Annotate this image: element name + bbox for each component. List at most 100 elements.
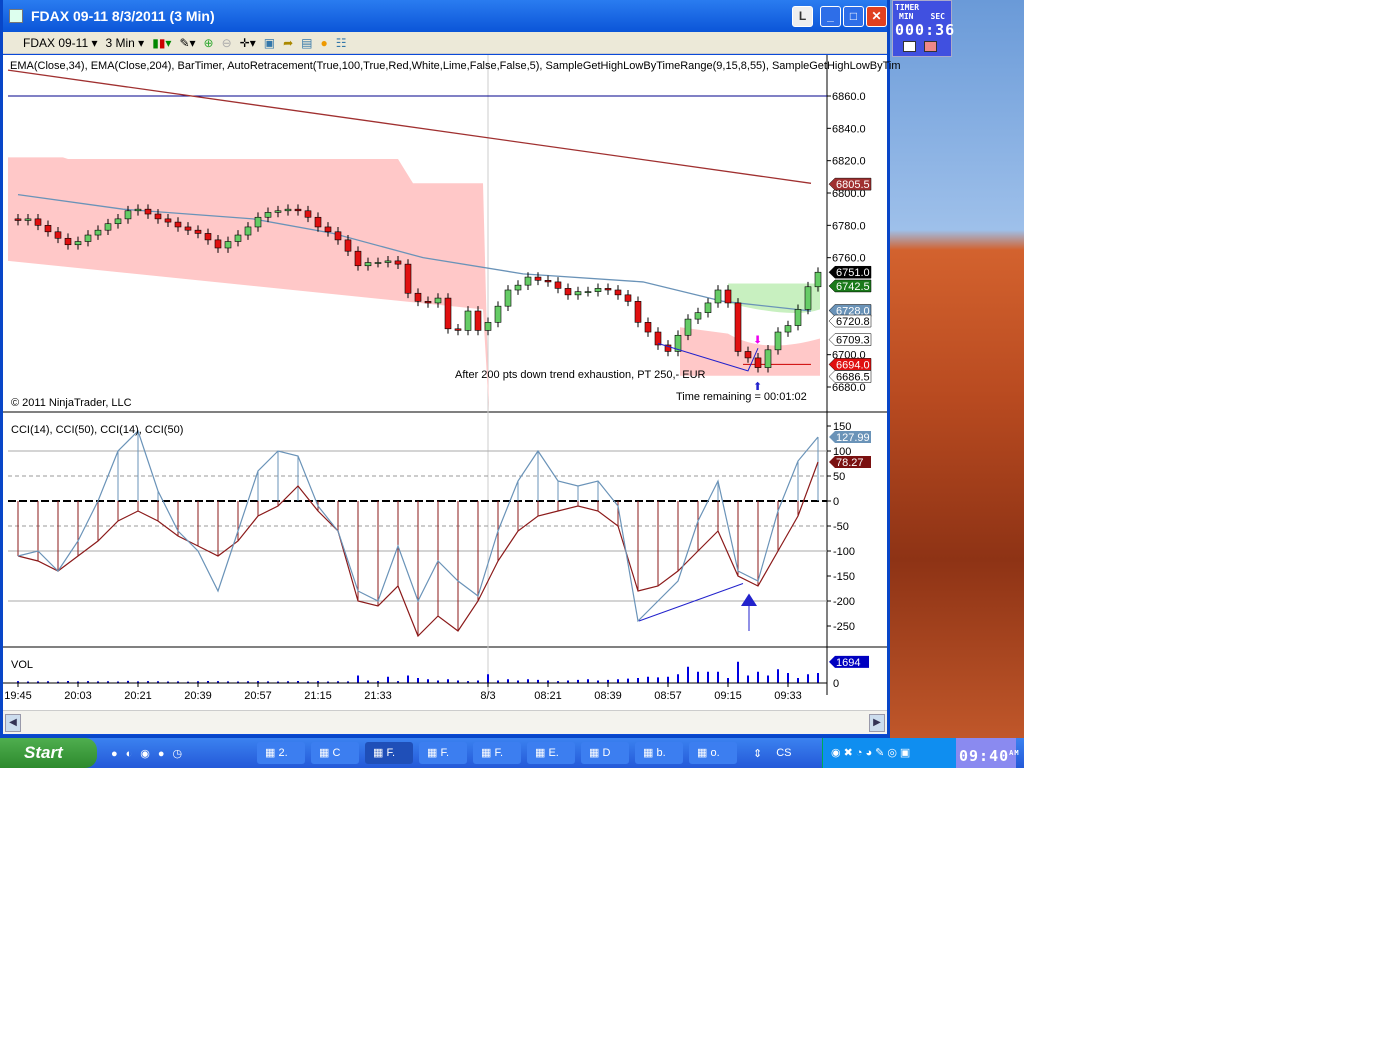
- sell-arrow-icon: ⬇: [753, 334, 762, 346]
- timer-sec-label: SEC: [930, 12, 945, 21]
- taskbar-item[interactable]: ▦ C: [311, 742, 359, 764]
- candle: [724, 289, 732, 304]
- taskbar-item[interactable]: ▦ o.: [689, 742, 737, 764]
- taskbar-item[interactable]: ▦ 2.: [257, 742, 305, 764]
- time-tick-label: 19:45: [4, 690, 32, 702]
- price-marker-label: 6751.0: [836, 267, 870, 279]
- indicators-icon[interactable]: ▤: [301, 36, 312, 50]
- candle: [154, 213, 162, 220]
- price-tick-label: 6820.0: [832, 156, 866, 168]
- candle: [464, 310, 472, 331]
- zoom-out-icon[interactable]: ⊖: [222, 36, 232, 50]
- chart-app-icon: [9, 9, 23, 23]
- candle: [84, 234, 92, 242]
- candle: [554, 281, 562, 289]
- taskbar-scroll[interactable]: ⇕: [753, 747, 762, 760]
- price-tick-label: 6780.0: [832, 220, 866, 232]
- copyright-text: © 2011 NinjaTrader, LLC: [11, 397, 132, 409]
- cci-tick-label: -150: [833, 571, 855, 583]
- scroll-right-button[interactable]: ▶: [869, 714, 885, 732]
- pause-icon[interactable]: [903, 41, 916, 52]
- price-marker-label: 6720.8: [836, 316, 870, 328]
- interval-dropdown[interactable]: 3 Min ▾: [106, 36, 145, 50]
- quick-launch-icons[interactable]: ●◐◉●◷: [111, 747, 231, 760]
- volume-tick-label: 0: [833, 678, 839, 690]
- title-bar: FDAX 09-11 8/3/2011 (3 Min) L _ □ ✕: [3, 0, 887, 32]
- candle: [384, 260, 392, 263]
- cci-tick-label: -50: [833, 521, 849, 533]
- currency-icon[interactable]: ●: [320, 36, 327, 50]
- time-remaining-text: Time remaining = 00:01:02: [676, 391, 807, 403]
- instrument-value: FDAX 09-11: [23, 35, 89, 50]
- timer-value: 000:36: [895, 21, 956, 39]
- chart-svg[interactable]: ⬇⬆6860.06840.06820.06800.06780.06760.067…: [3, 55, 887, 710]
- instrument-dropdown[interactable]: FDAX 09-11 ▾: [23, 36, 98, 50]
- time-tick-label: 08:39: [594, 690, 622, 702]
- close-button[interactable]: ✕: [866, 6, 887, 27]
- scroll-left-button[interactable]: ◀: [5, 714, 21, 732]
- taskbar-item[interactable]: ▦ D: [581, 742, 629, 764]
- candle: [54, 231, 62, 239]
- candle: [264, 212, 272, 218]
- price-marker-label: 6709.3: [836, 335, 870, 347]
- candle: [224, 241, 232, 249]
- time-tick-label: 09:33: [774, 690, 802, 702]
- start-button[interactable]: Start: [0, 738, 97, 768]
- candle: [94, 229, 102, 236]
- candle: [704, 302, 712, 313]
- tray-icons[interactable]: ◉✖◔◕✎◎▣: [823, 747, 913, 759]
- time-tick-label: 21:15: [304, 690, 332, 702]
- candle: [214, 239, 222, 249]
- time-tick-label: 08:57: [654, 690, 682, 702]
- taskbar-item[interactable]: ▦ b.: [635, 742, 683, 764]
- taskbar-item[interactable]: ▦ F.: [419, 742, 467, 764]
- crosshair-icon[interactable]: ✛▾: [240, 36, 256, 50]
- minimize-button[interactable]: _: [820, 6, 841, 27]
- candle: [414, 292, 422, 302]
- cci-tick-label: -200: [833, 596, 855, 608]
- maximize-button[interactable]: □: [843, 6, 864, 27]
- candle: [544, 280, 552, 283]
- system-tray: ◉✖◔◕✎◎▣: [822, 738, 956, 768]
- time-tick-label: 21:33: [364, 690, 392, 702]
- candle: [24, 218, 32, 221]
- candle: [714, 289, 722, 304]
- taskbar-item[interactable]: ▦ E.: [527, 742, 575, 764]
- candle: [164, 218, 172, 223]
- language-indicator[interactable]: CS: [776, 747, 791, 759]
- cci-tick-label: -250: [833, 621, 855, 633]
- interval-value: 3 Min: [105, 35, 135, 50]
- candlestick-style-icon[interactable]: ▮▮▾: [152, 36, 171, 50]
- drawing-tool-icon[interactable]: ✎▾: [179, 36, 195, 50]
- candle: [504, 289, 512, 307]
- strategy-icon[interactable]: ➦: [283, 36, 293, 50]
- indicator-list: EMA(Close,34), EMA(Close,204), BarTimer,…: [10, 60, 901, 72]
- candle: [794, 309, 802, 326]
- candle: [124, 210, 132, 220]
- candle: [684, 318, 692, 336]
- properties-icon[interactable]: ☷: [336, 36, 347, 50]
- candle: [404, 263, 412, 294]
- time-tick-label: 20:21: [124, 690, 152, 702]
- candle: [44, 225, 52, 233]
- bar-timer-widget: TIMER MIN SEC 000:36: [892, 0, 956, 57]
- taskbar-item[interactable]: ▦ F.: [365, 742, 413, 764]
- candle: [174, 221, 182, 228]
- candle: [644, 322, 652, 333]
- price-marker-label: 6686.5: [836, 371, 870, 383]
- candle: [814, 271, 822, 288]
- reset-icon[interactable]: [924, 41, 937, 52]
- data-box-icon[interactable]: ▣: [264, 36, 275, 50]
- taskbar-item[interactable]: ▦ F.: [473, 742, 521, 764]
- candle: [764, 349, 772, 368]
- chart-area[interactable]: ⬇ ⬆ 6860.0 6840.0 6820.0 6800.0 6780.0 6760.0 67…: [3, 55, 901, 710]
- zoom-in-icon[interactable]: ⊕: [204, 36, 214, 50]
- candle: [734, 302, 742, 352]
- horizontal-scrollbar[interactable]: ◀ ▶: [3, 710, 887, 734]
- candle: [74, 241, 82, 246]
- cci-panel-title: CCI(14), CCI(50), CCI(14), CCI(50): [11, 424, 184, 436]
- l-button[interactable]: L: [792, 6, 813, 27]
- candle: [564, 288, 572, 296]
- taskbar: Start ●◐◉●◷ ▦ 2. ▦ C ▦ F. ▦ F. ▦ F. ▦ E. ▦ D ▦ …: [0, 738, 1024, 768]
- timer-label: TIMER: [895, 3, 920, 12]
